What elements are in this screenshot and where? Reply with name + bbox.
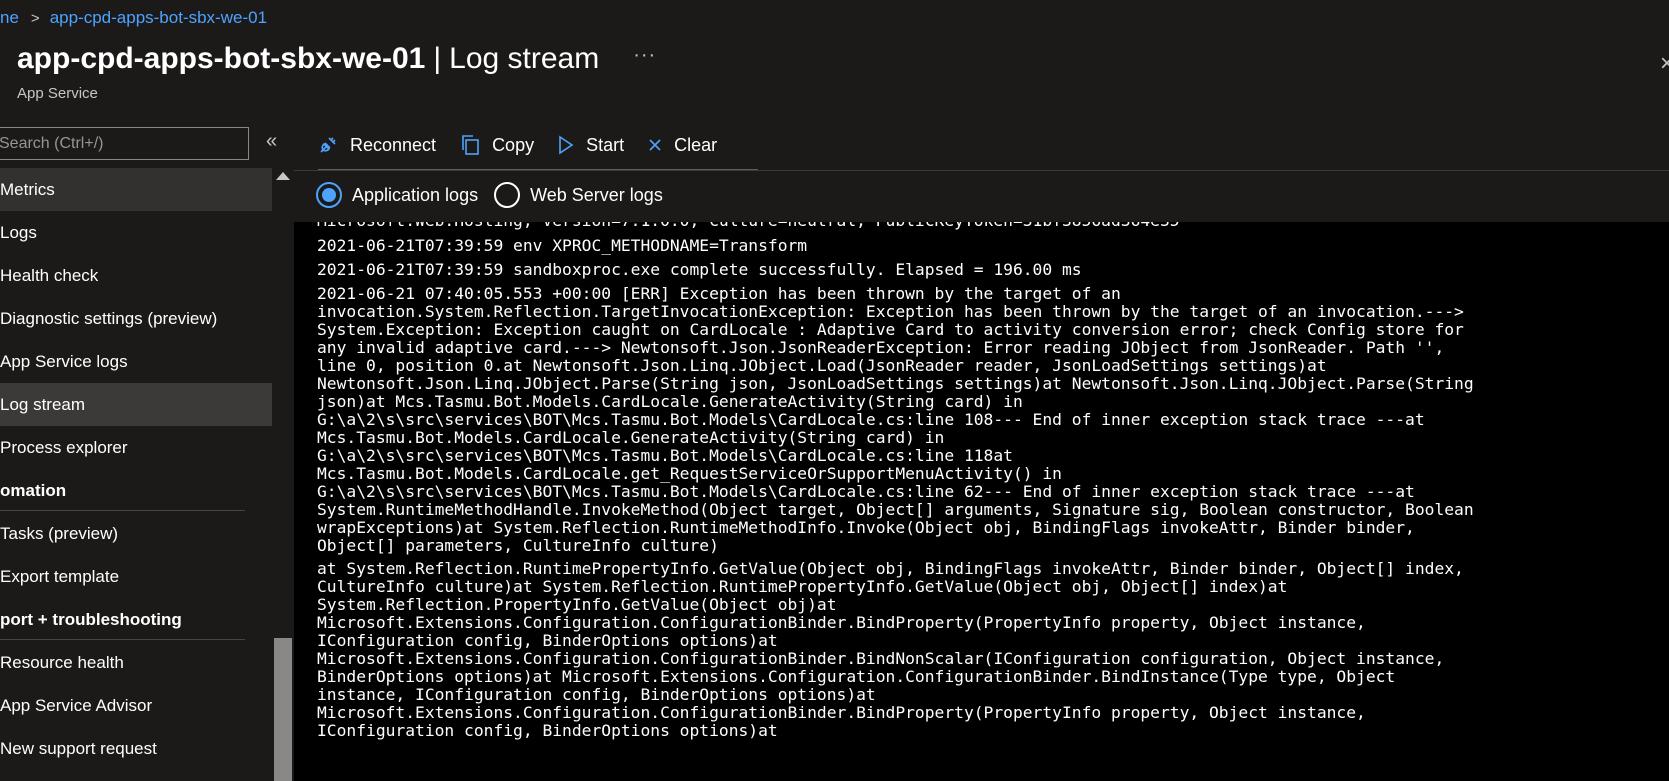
log-line: System.Exception: Exception caught on Ca… (317, 320, 1464, 339)
start-button[interactable]: Start (558, 135, 624, 156)
log-stream-console[interactable]: Microsoft.Web.Hosting, Version=7.1.0.0, … (294, 222, 1669, 781)
log-line: BinderOptions options)at Microsoft.Exten… (317, 667, 1396, 686)
application-logs-radio[interactable]: Application logs (316, 182, 478, 208)
breadcrumb-separator: > (30, 9, 40, 27)
copy-label: Copy (492, 134, 535, 155)
breadcrumb-resource-link[interactable]: app-cpd-apps-bot-sbx-we-01 (50, 8, 267, 28)
clear-button[interactable]: Clear (648, 135, 717, 156)
log-line: System.RuntimeMethodHandle.InvokeMethod(… (317, 500, 1474, 519)
log-line: Microsoft.Web.Hosting, Version=7.1.0.0, … (317, 222, 1662, 230)
log-line: wrapExceptions)at System.Reflection.Runt… (317, 518, 1415, 537)
more-options-icon[interactable]: ··· (633, 44, 656, 67)
web-server-logs-label: Web Server logs (530, 184, 663, 205)
sidebar-search-box (0, 127, 249, 160)
sidebar-item-logs[interactable]: Logs (0, 211, 272, 254)
sidebar-item-diagnostic-settings[interactable]: Diagnostic settings (preview) (0, 297, 272, 340)
sidebar-section-support: port + troubleshooting (0, 598, 272, 641)
log-line: G:\a\2\s\src\services\BOT\Mcs.Tasmu.Bot.… (317, 410, 1425, 429)
log-line: json)at Mcs.Tasmu.Bot.Models.CardLocale.… (317, 392, 1023, 411)
log-line: Mcs.Tasmu.Bot.Models.CardLocale.get_Requ… (317, 464, 1062, 483)
sidebar-section-automation: omation (0, 469, 272, 512)
collapse-sidebar-icon[interactable]: « (266, 130, 277, 153)
application-logs-label: Application logs (352, 184, 479, 205)
log-line: IConfiguration config, BinderOptions opt… (317, 631, 778, 650)
sidebar-item-tasks[interactable]: Tasks (preview) (0, 512, 272, 555)
web-server-logs-radio[interactable]: Web Server logs (494, 182, 663, 208)
sidebar-scrollbar[interactable] (272, 168, 294, 781)
page-title-separator: | (433, 42, 442, 75)
log-line: invocation.System.Reflection.TargetInvoc… (317, 302, 1464, 321)
scroll-up-arrow-icon[interactable] (276, 172, 290, 180)
log-line: Microsoft.Extensions.Configuration.Confi… (317, 649, 1445, 668)
log-line: instance, IConfiguration config, BinderO… (317, 685, 876, 704)
sidebar-nav: Metrics Logs Health check Diagnostic set… (0, 168, 272, 781)
command-bar-divider (294, 170, 1669, 171)
resource-type-label: App Service (17, 85, 98, 102)
sidebar-item-resource-health[interactable]: Resource health (0, 641, 272, 684)
sidebar-item-new-support-request[interactable]: New support request (0, 727, 272, 770)
log-line: 2021-06-21 07:40:05.553 +00:00 [ERR] Exc… (317, 284, 1121, 303)
page-title: app-cpd-apps-bot-sbx-we-01 (17, 42, 426, 75)
log-line: 2021-06-21T07:39:59 env XPROC_METHODNAME… (317, 236, 808, 255)
play-icon (558, 135, 574, 155)
clear-label: Clear (674, 134, 718, 155)
sidebar-item-process-explorer[interactable]: Process explorer (0, 426, 272, 469)
sidebar-item-metrics[interactable]: Metrics (0, 168, 272, 211)
reconnect-label: Reconnect (350, 134, 437, 155)
log-line: 2021-06-21T07:39:59 sandboxproc.exe comp… (317, 260, 1082, 279)
log-line: CultureInfo culture)at System.Reflection… (317, 577, 1288, 596)
sidebar-item-app-service-advisor[interactable]: App Service Advisor (0, 684, 272, 727)
breadcrumb: ne > app-cpd-apps-bot-sbx-we-01 (0, 6, 267, 30)
log-line: any invalid adaptive card.---> Newtonsof… (317, 338, 1445, 357)
close-icon[interactable]: × (1660, 50, 1669, 78)
sidebar-item-health-check[interactable]: Health check (0, 254, 272, 297)
log-line: Mcs.Tasmu.Bot.Models.CardLocale.Generate… (317, 428, 945, 447)
log-line: G:\a\2\s\src\services\BOT\Mcs.Tasmu.Bot.… (317, 446, 1013, 465)
copy-button[interactable]: Copy (460, 134, 534, 156)
command-bar-underline (318, 169, 758, 170)
scrollbar-thumb[interactable] (274, 638, 292, 781)
radio-unchecked-icon (494, 182, 521, 208)
log-line: Microsoft.Extensions.Configuration.Confi… (317, 613, 1366, 632)
command-bar: Reconnect Copy Start Clear (318, 124, 717, 166)
copy-icon (460, 134, 480, 156)
sidebar-item-export-template[interactable]: Export template (0, 555, 272, 598)
log-line: Newtonsoft.Json.Linq.JObject.Parse(Strin… (317, 374, 1474, 393)
reconnect-button[interactable]: Reconnect (318, 135, 436, 156)
log-line: Object[] parameters, CultureInfo culture… (317, 536, 719, 555)
sidebar-item-log-stream[interactable]: Log stream (0, 383, 272, 426)
page-header: app-cpd-apps-bot-sbx-we-01 | Log stream … (17, 42, 656, 76)
log-line: at System.Reflection.RuntimePropertyInfo… (317, 559, 1464, 578)
clear-x-icon (648, 138, 662, 152)
start-label: Start (586, 134, 625, 155)
sidebar-search-input[interactable] (0, 133, 248, 154)
breadcrumb-home-link[interactable]: ne (0, 8, 19, 28)
log-type-radio-group: Application logs Web Server logs (316, 182, 679, 208)
plug-icon (318, 135, 338, 155)
page-subtitle: Log stream (449, 42, 600, 75)
log-line: G:\a\2\s\src\services\BOT\Mcs.Tasmu.Bot.… (317, 482, 1415, 501)
log-line: IConfiguration config, BinderOptions opt… (317, 721, 778, 740)
radio-checked-icon (316, 182, 342, 208)
log-line: line 0, position 0.at Newtonsoft.Json.Li… (317, 356, 1327, 375)
log-line: Microsoft.Extensions.Configuration.Confi… (317, 703, 1366, 722)
log-line: System.Reflection.PropertyInfo.GetValue(… (317, 595, 837, 614)
sidebar-item-app-service-logs[interactable]: App Service logs (0, 340, 272, 383)
